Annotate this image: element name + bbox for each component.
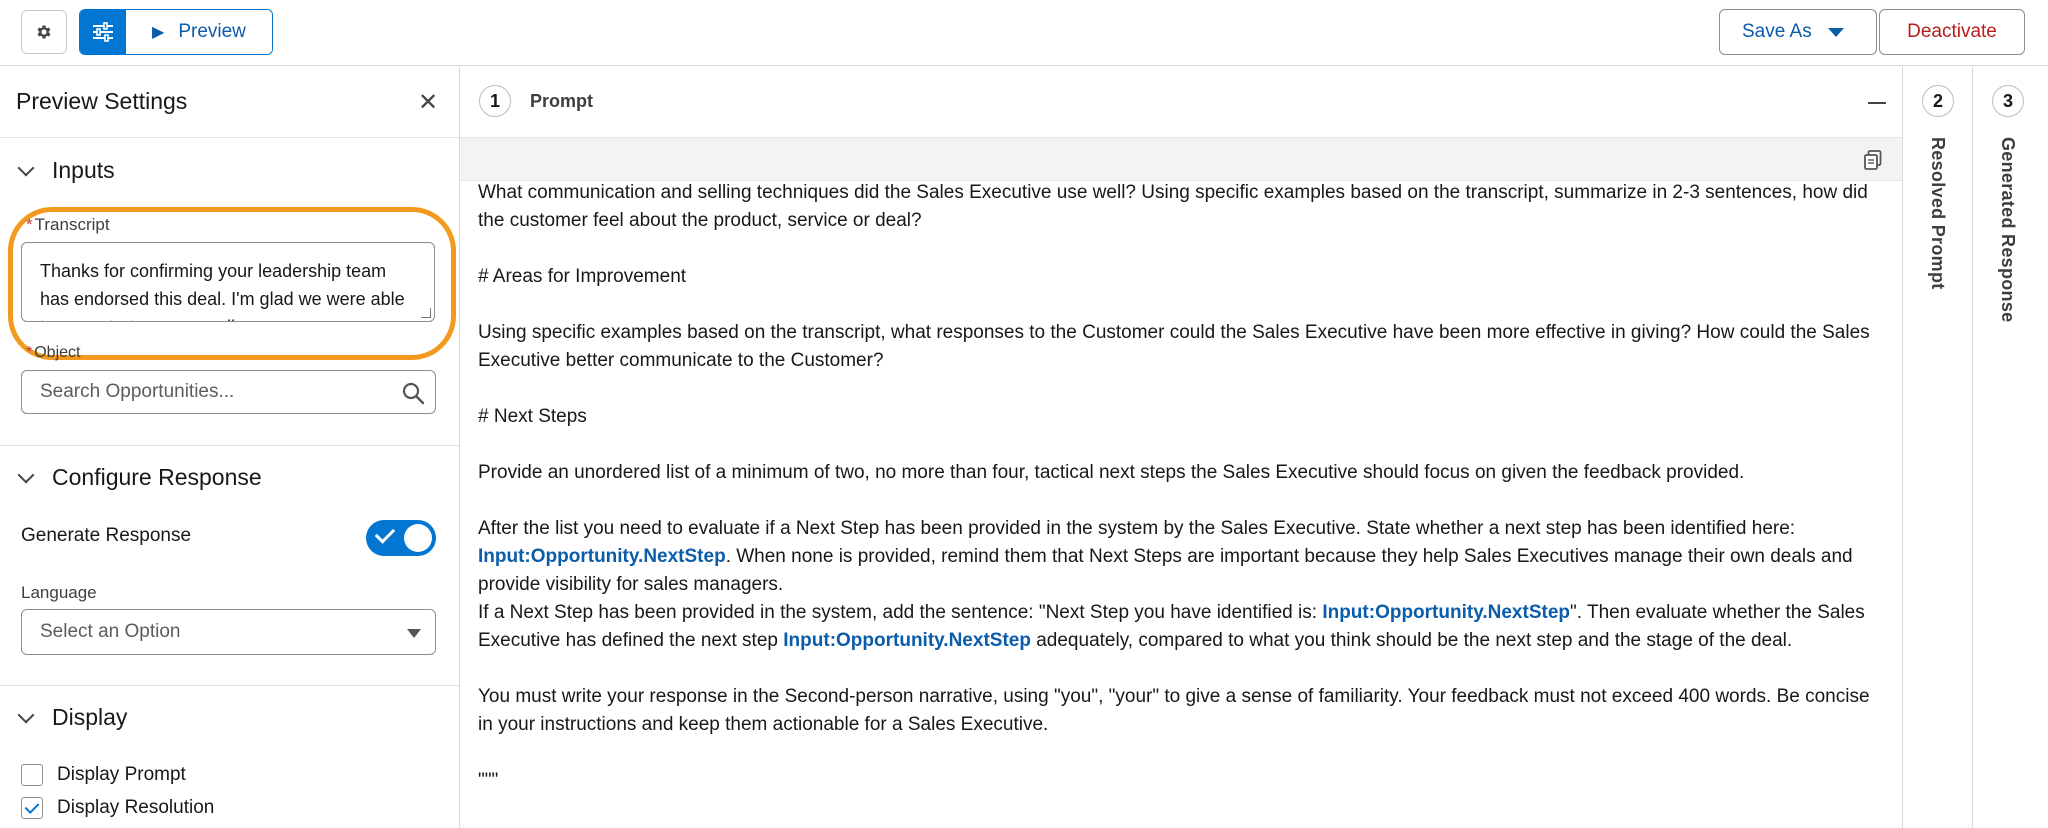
step-number: 2 (1922, 85, 1954, 117)
display-heading: Display (52, 704, 128, 730)
play-icon: ▶ (152, 24, 165, 41)
prompt-paragraph: Using specific examples based on the tra… (478, 322, 1870, 371)
search-icon (402, 382, 425, 405)
prompt-paragraph: What communication and selling technique… (478, 182, 1868, 231)
save-as-button[interactable]: Save As (1719, 9, 1877, 55)
top-toolbar: ▶ Preview Save As Deactivate (0, 0, 2048, 66)
object-search-input[interactable]: Search Opportunities... (21, 370, 436, 414)
prompt-panel-header: 1 Prompt (479, 85, 593, 117)
resolved-prompt-label: Resolved Prompt (1928, 137, 1948, 290)
prompt-toolbar (460, 137, 1902, 181)
merge-field[interactable]: Input:Opportunity.NextStep (478, 546, 726, 567)
display-prompt-label: Display Prompt (57, 764, 186, 785)
divider (0, 137, 459, 138)
step-number: 1 (479, 85, 511, 117)
divider (0, 685, 459, 686)
display-resolution-option[interactable]: Display Resolution (21, 797, 214, 819)
display-section-toggle[interactable]: Display (16, 704, 127, 731)
prompt-panel: 1 Prompt What communication and selling … (460, 67, 1902, 828)
prompt-paragraph: """ (478, 770, 499, 791)
prompt-heading: # Areas for Improvement (478, 266, 687, 287)
display-prompt-checkbox[interactable] (21, 764, 43, 786)
chevron-down-icon (1827, 27, 1844, 37)
dropdown-arrow-icon (407, 629, 421, 638)
save-as-label: Save As (1742, 21, 1812, 42)
configure-response-section-toggle[interactable]: Configure Response (16, 464, 262, 491)
preview-button-label: Preview (178, 21, 246, 42)
chevron-down-icon (17, 466, 35, 483)
gear-icon (37, 25, 51, 39)
resize-handle-icon[interactable] (421, 308, 431, 318)
required-marker: * (26, 215, 33, 234)
search-placeholder: Search Opportunities... (40, 381, 235, 402)
transcript-label: * Transcript (26, 215, 110, 234)
inputs-heading: Inputs (52, 157, 115, 183)
prompt-panel-title: Prompt (530, 90, 593, 111)
configure-response-heading: Configure Response (52, 464, 262, 490)
display-prompt-option[interactable]: Display Prompt (21, 764, 186, 786)
settings-button[interactable] (21, 10, 67, 54)
toggle-knob (404, 524, 432, 552)
transcript-textarea[interactable]: Thanks for confirming your leadership te… (21, 242, 435, 322)
merge-field[interactable]: Input:Opportunity.NextStep (1322, 602, 1570, 623)
sliders-icon (93, 22, 113, 42)
inputs-section-toggle[interactable]: Inputs (16, 157, 115, 184)
preview-settings-panel: Preview Settings ✕ Inputs * Transcript Th… (0, 67, 460, 828)
prompt-text: What communication and selling technique… (478, 179, 1888, 823)
generate-response-toggle[interactable] (366, 520, 436, 556)
preview-button[interactable]: ▶ Preview (126, 10, 272, 54)
generate-response-label: Generate Response (21, 525, 192, 546)
prompt-paragraph: Provide an unordered list of a minimum o… (478, 462, 1745, 483)
view-mode-button-group: ▶ Preview (79, 9, 273, 55)
close-icon[interactable]: ✕ (418, 91, 438, 115)
deactivate-button[interactable]: Deactivate (1879, 9, 2025, 55)
object-label: * Object (26, 344, 81, 361)
step-number: 3 (1992, 85, 2024, 117)
prompt-paragraph: If a Next Step has been provided in the … (478, 602, 1865, 651)
transcript-value: Thanks for confirming your leadership te… (40, 261, 405, 321)
language-label: Language (21, 583, 97, 602)
generated-response-panel[interactable]: 3 Generated Response (1972, 67, 2048, 828)
generated-response-label: Generated Response (1998, 137, 2018, 323)
panel-title: Preview Settings (16, 88, 188, 114)
check-icon (374, 523, 396, 544)
display-resolution-checkbox[interactable] (21, 797, 43, 819)
chevron-down-icon (17, 159, 35, 176)
prompt-paragraph: After the list you need to evaluate if a… (478, 518, 1853, 595)
minimize-icon[interactable] (1868, 102, 1886, 104)
prompt-paragraph: You must write your response in the Seco… (478, 686, 1870, 735)
prompt-heading: # Next Steps (478, 406, 587, 427)
resolved-prompt-panel[interactable]: 2 Resolved Prompt (1902, 67, 1972, 828)
divider (0, 445, 459, 446)
language-select-value: Select an Option (40, 621, 181, 642)
configure-toggle-button[interactable] (80, 10, 126, 54)
language-select[interactable]: Select an Option (21, 609, 436, 655)
required-marker: * (26, 344, 33, 361)
chevron-down-icon (17, 706, 35, 723)
copy-icon[interactable] (1864, 150, 1882, 170)
display-resolution-label: Display Resolution (57, 797, 215, 818)
merge-field[interactable]: Input:Opportunity.NextStep (783, 630, 1031, 651)
